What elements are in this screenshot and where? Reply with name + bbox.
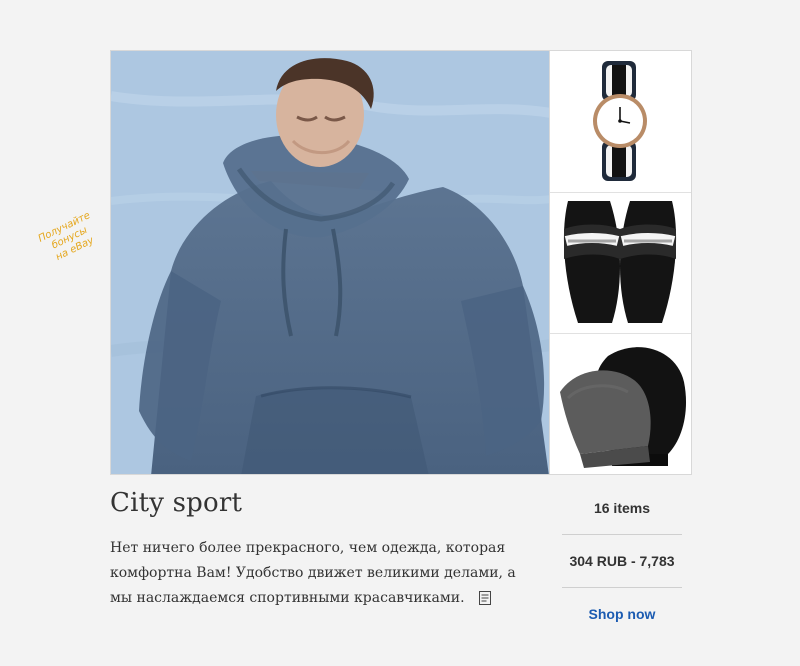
collection-meta: 16 items 304 RUB - 7,783 Shop now [562, 482, 682, 640]
thumb-watch[interactable] [550, 51, 691, 191]
beanie-icon [560, 347, 687, 468]
hoodie-model-illustration [111, 51, 549, 474]
watch-icon [593, 61, 647, 181]
thumbnails [550, 50, 692, 475]
document-icon-svg [479, 591, 491, 605]
document-icon[interactable] [477, 590, 493, 606]
items-count: 16 items [593, 500, 651, 516]
hero-image[interactable] [110, 50, 550, 475]
thumb-beanies[interactable] [550, 333, 691, 474]
shop-now-link[interactable]: Shop now [589, 606, 656, 622]
collection-card[interactable] [110, 50, 692, 475]
collection-title: City sport [110, 488, 243, 518]
price-range: 304 RUB - 7,783 [569, 553, 675, 569]
collection-description-text: Нет ничего более прекрасного, чем одежда… [110, 540, 516, 606]
sandals-icon [563, 201, 677, 323]
thumb-slides[interactable] [550, 192, 691, 333]
promo-badge: Получайте бонусы на eBay [26, 205, 114, 272]
shop-now-row: Shop now [562, 588, 682, 640]
collection-description: Нет ничего более прекрасного, чем одежда… [110, 536, 530, 611]
